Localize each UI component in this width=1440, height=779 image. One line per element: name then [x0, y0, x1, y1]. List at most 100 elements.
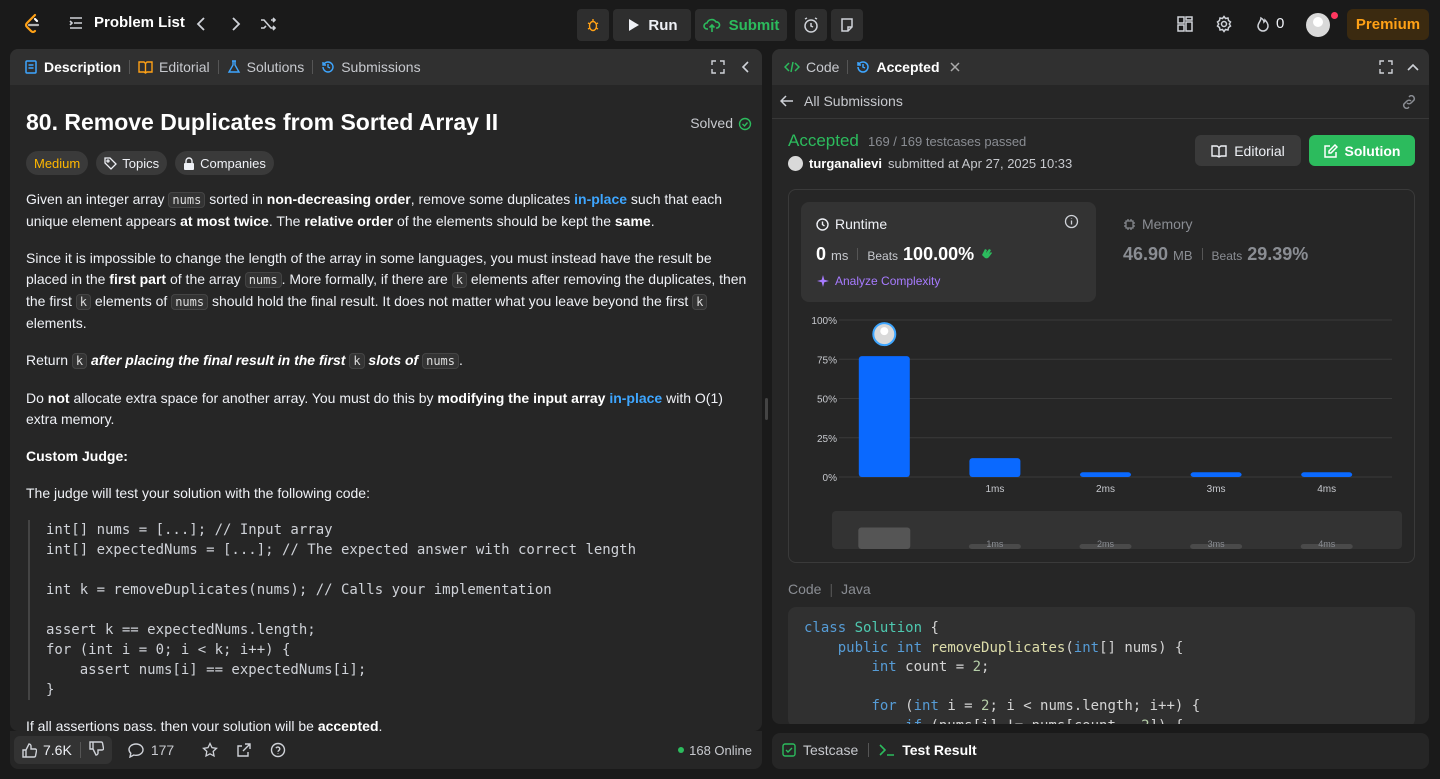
- notes-button[interactable]: [831, 9, 863, 41]
- italic-text: slots of: [364, 352, 423, 368]
- language-label: Java: [841, 581, 871, 597]
- problem-list-button[interactable]: Problem List: [68, 14, 185, 31]
- inline-code: nums: [168, 192, 206, 208]
- description-footer: 7.6K 177 168 Online: [10, 731, 762, 769]
- in-place-link[interactable]: in-place: [574, 191, 627, 207]
- code-label: Code: [788, 581, 822, 597]
- chart-bar: [1190, 472, 1242, 477]
- text: .: [378, 718, 383, 731]
- test-result-label: Test Result: [902, 742, 977, 758]
- clock-icon: [816, 217, 829, 231]
- memory-card[interactable]: Memory 46.90 MB Beats 29.39%: [1111, 202, 1406, 302]
- beats-label: Beats: [867, 249, 899, 263]
- italic-text: after placing the final result in the fi…: [87, 352, 350, 368]
- tab-accepted[interactable]: Accepted: [848, 59, 967, 75]
- user-avatar[interactable]: [788, 156, 803, 171]
- submit-button[interactable]: Submit: [695, 9, 787, 41]
- mini-tick-label: 4ms: [1318, 539, 1336, 549]
- avatar[interactable]: [1306, 13, 1330, 37]
- topics-button[interactable]: Topics: [96, 151, 168, 175]
- chart-bar: [1301, 472, 1353, 477]
- panel-resize-handle[interactable]: [765, 398, 768, 420]
- chevron-left-icon[interactable]: [193, 15, 211, 33]
- memory-unit: MB: [1173, 248, 1193, 263]
- stats-box: Runtime 0 ms Beats 100.00% Analyze Compl…: [788, 189, 1415, 563]
- runtime-values: 0 ms Beats 100.00%: [816, 244, 993, 265]
- tab-code[interactable]: Code: [776, 59, 847, 75]
- companies-button[interactable]: Companies: [175, 151, 274, 175]
- custom-judge-heading: Custom Judge:: [26, 446, 756, 467]
- thumbs-down-icon: [89, 741, 105, 756]
- tab-submissions[interactable]: Submissions: [313, 59, 428, 75]
- close-icon[interactable]: [949, 62, 960, 72]
- info-icon[interactable]: [1064, 214, 1079, 229]
- username[interactable]: turganalievi: [809, 156, 882, 171]
- notification-dot: [1331, 12, 1338, 19]
- shuffle-icon[interactable]: [259, 15, 277, 33]
- comments-button[interactable]: 177: [128, 742, 174, 758]
- runtime-unit: ms: [831, 248, 849, 263]
- analyze-complexity-link[interactable]: Analyze Complexity: [816, 274, 940, 288]
- text: elements of: [91, 293, 172, 309]
- back-to-submissions[interactable]: All Submissions: [780, 93, 903, 109]
- cloud-upload-icon: [702, 18, 720, 32]
- tab-test-result[interactable]: Test Result: [879, 742, 977, 758]
- test-tabs: Testcase Test Result: [782, 742, 977, 758]
- text: should hold the final result. It does no…: [208, 293, 693, 309]
- dislike-button[interactable]: [81, 741, 112, 759]
- problem-list-label: Problem List: [94, 14, 185, 31]
- like-button[interactable]: 7.6K: [14, 742, 80, 758]
- text: Given an integer array: [26, 191, 169, 207]
- accepted-status: Accepted: [788, 131, 859, 150]
- maximize-icon[interactable]: [1379, 60, 1393, 74]
- text: Do: [26, 390, 48, 406]
- y-tick-label: 0%: [823, 473, 838, 484]
- tab-solutions[interactable]: Solutions: [219, 59, 313, 75]
- x-tick-label: 4ms: [1317, 484, 1336, 495]
- submission-panel: Code Accepted All Submissions Accepted 1…: [772, 49, 1429, 724]
- submit-label: Submit: [728, 16, 780, 34]
- run-button[interactable]: Run: [613, 9, 691, 41]
- chart-bar: [1080, 472, 1131, 477]
- runtime-card[interactable]: Runtime 0 ms Beats 100.00% Analyze Compl…: [801, 202, 1096, 302]
- inline-code: k: [451, 272, 467, 288]
- text: of the elements should be kept the: [393, 213, 615, 229]
- like-count: 7.6K: [43, 742, 72, 758]
- premium-button[interactable]: Premium: [1347, 9, 1429, 40]
- share-icon[interactable]: [236, 742, 252, 758]
- tab-editorial[interactable]: Editorial: [130, 59, 218, 75]
- tab-description[interactable]: Description: [16, 59, 129, 75]
- solution-button[interactable]: Solution: [1309, 135, 1415, 166]
- chart-bar: [858, 356, 910, 477]
- clap-icon: [982, 249, 993, 259]
- testcase-label: Testcase: [803, 742, 859, 758]
- tab-code-label: Code: [806, 59, 840, 75]
- flame-icon[interactable]: [1254, 15, 1272, 33]
- x-tick-label: 1ms: [985, 484, 1004, 495]
- help-icon[interactable]: [270, 742, 286, 758]
- leetcode-logo[interactable]: [22, 13, 42, 35]
- tab-submissions-label: Submissions: [341, 59, 421, 75]
- maximize-icon[interactable]: [711, 60, 725, 74]
- star-icon[interactable]: [202, 742, 219, 758]
- link-icon[interactable]: [1401, 95, 1417, 109]
- layout-grid-icon[interactable]: [1176, 15, 1194, 33]
- debug-button[interactable]: [577, 9, 609, 41]
- text: , remove some duplicates: [410, 191, 575, 207]
- tab-testcase[interactable]: Testcase: [782, 742, 858, 758]
- top-bar: Problem List Run Submit 0 Premium: [0, 0, 1440, 48]
- chevron-right-icon[interactable]: [226, 15, 244, 33]
- bug-icon: [587, 19, 599, 32]
- chevron-up-icon[interactable]: [1406, 61, 1420, 73]
- tab-description-label: Description: [44, 59, 122, 75]
- tag-row: Medium Topics Companies: [26, 151, 756, 175]
- collapse-left-icon[interactable]: [740, 60, 752, 74]
- editorial-button[interactable]: Editorial: [1195, 135, 1301, 166]
- timer-button[interactable]: [795, 9, 827, 41]
- submitted-time: submitted at Apr 27, 2025 10:33: [887, 156, 1073, 171]
- memory-label: Memory: [1142, 216, 1193, 232]
- gear-icon[interactable]: [1215, 15, 1233, 33]
- in-place-link[interactable]: in-place: [609, 390, 662, 406]
- flask-icon: [227, 60, 240, 73]
- tab-accepted-label: Accepted: [876, 59, 940, 75]
